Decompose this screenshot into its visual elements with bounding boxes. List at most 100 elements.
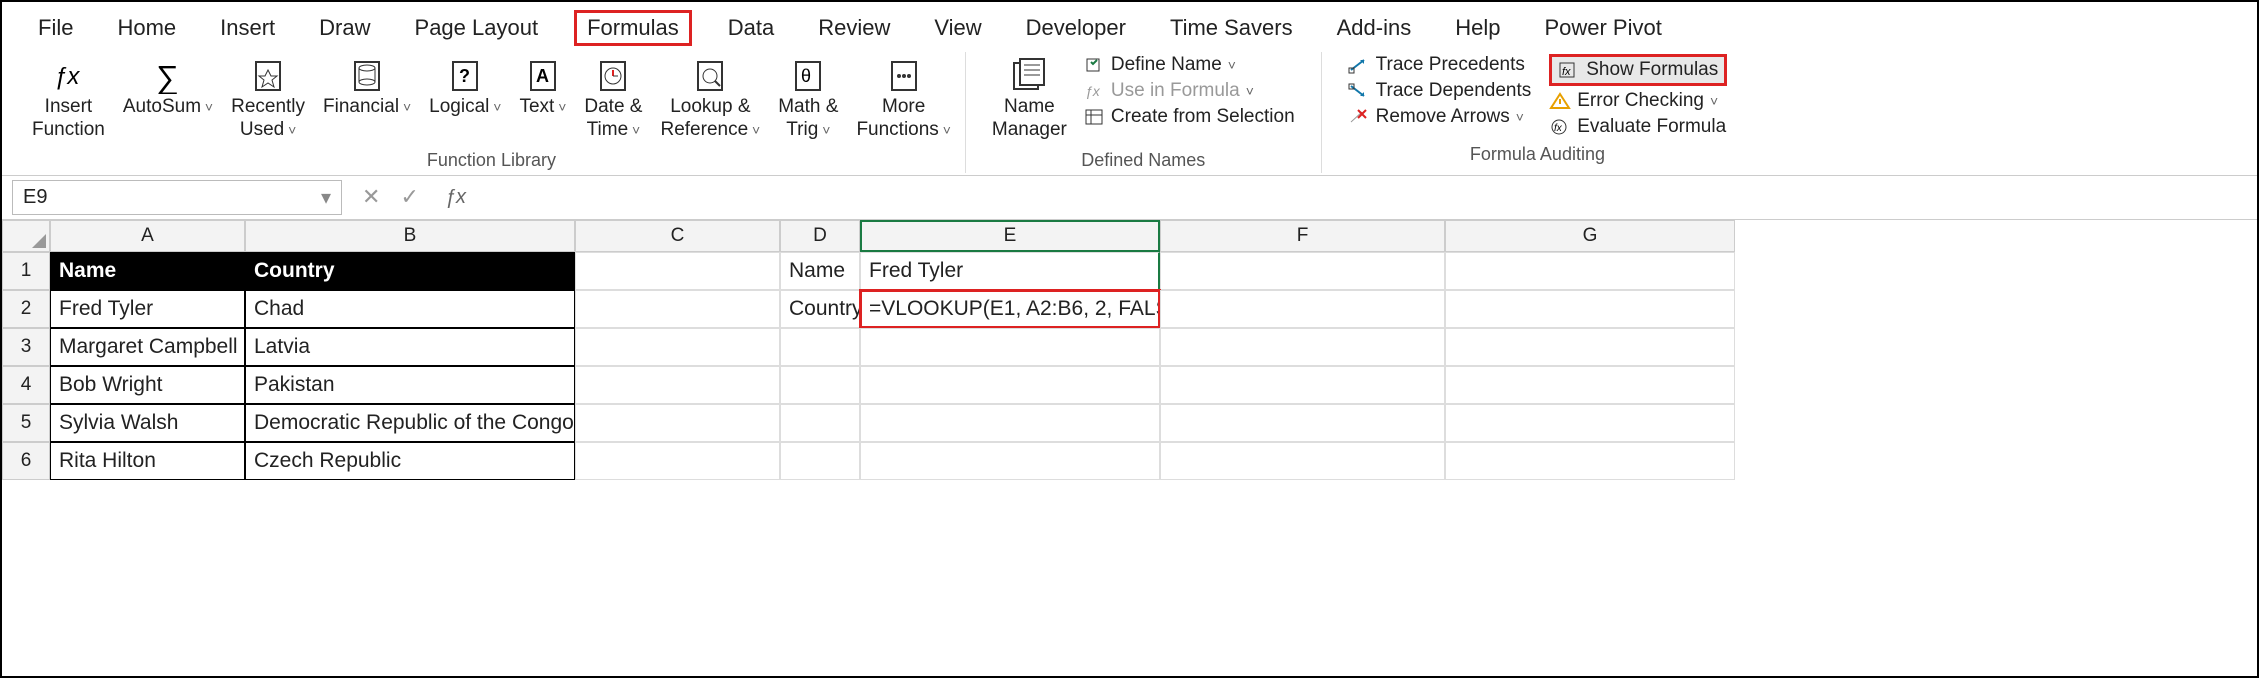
column-header-G[interactable]: G xyxy=(1445,220,1735,252)
cell-B4[interactable]: Pakistan xyxy=(245,366,575,404)
trace-precedents-button[interactable]: Trace Precedents xyxy=(1348,54,1532,76)
cell-A6[interactable]: Rita Hilton xyxy=(50,442,245,480)
error-checking-button[interactable]: Error Checking xyxy=(1549,90,1727,112)
cell-C3[interactable] xyxy=(575,328,780,366)
column-header-D[interactable]: D xyxy=(780,220,860,252)
create-from-selection-button[interactable]: Create from Selection xyxy=(1085,106,1295,128)
tab-power-pivot[interactable]: Power Pivot xyxy=(1536,11,1669,45)
name-manager-button[interactable]: Name Manager xyxy=(986,52,1073,146)
fx-icon[interactable]: ƒx xyxy=(439,186,472,209)
cell-D4[interactable] xyxy=(780,366,860,404)
formula-input[interactable] xyxy=(472,182,2247,213)
financial-button[interactable]: Financial xyxy=(317,52,417,123)
cell-E5[interactable] xyxy=(860,404,1160,442)
insert-function-button[interactable]: ƒxInsert Function xyxy=(26,52,111,146)
show-formulas-button[interactable]: fxShow Formulas xyxy=(1549,54,1727,86)
row-header-6[interactable]: 6 xyxy=(2,442,50,480)
more-functions-button[interactable]: More Functions xyxy=(850,52,956,146)
date-time-button[interactable]: Date & Time xyxy=(578,52,648,146)
evaluate-formula-button[interactable]: fxEvaluate Formula xyxy=(1549,116,1727,138)
cell-A1[interactable]: Name xyxy=(50,252,245,290)
cell-B5[interactable]: Democratic Republic of the Congo xyxy=(245,404,575,442)
cell-B3[interactable]: Latvia xyxy=(245,328,575,366)
cell-C1[interactable] xyxy=(575,252,780,290)
tab-home[interactable]: Home xyxy=(109,11,184,45)
cell-D3[interactable] xyxy=(780,328,860,366)
ribbon-tabs: File Home Insert Draw Page Layout Formulas Dat… xyxy=(2,2,2257,52)
cell-E4[interactable] xyxy=(860,366,1160,404)
star-book-icon xyxy=(250,56,286,96)
cell-A4[interactable]: Bob Wright xyxy=(50,366,245,404)
cell-A5[interactable]: Sylvia Walsh xyxy=(50,404,245,442)
row-header-1[interactable]: 1 xyxy=(2,252,50,290)
svg-text:ƒx: ƒx xyxy=(1085,83,1101,99)
cell-F4[interactable] xyxy=(1160,366,1445,404)
column-header-C[interactable]: C xyxy=(575,220,780,252)
cell-D5[interactable] xyxy=(780,404,860,442)
tab-draw[interactable]: Draw xyxy=(311,11,378,45)
cell-A2[interactable]: Fred Tyler xyxy=(50,290,245,328)
cell-F2[interactable] xyxy=(1160,290,1445,328)
cell-C2[interactable] xyxy=(575,290,780,328)
cell-B2[interactable]: Chad xyxy=(245,290,575,328)
cell-B1[interactable]: Country xyxy=(245,252,575,290)
cell-F3[interactable] xyxy=(1160,328,1445,366)
autosum-button[interactable]: ∑AutoSum xyxy=(117,52,219,123)
cell-G5[interactable] xyxy=(1445,404,1735,442)
remove-arrows-button[interactable]: Remove Arrows xyxy=(1348,106,1532,128)
cell-G2[interactable] xyxy=(1445,290,1735,328)
cell-G3[interactable] xyxy=(1445,328,1735,366)
name-box-dropdown-icon[interactable]: ▾ xyxy=(321,185,331,210)
cell-D6[interactable] xyxy=(780,442,860,480)
cell-D2[interactable]: Country xyxy=(780,290,860,328)
row-header-4[interactable]: 4 xyxy=(2,366,50,404)
cell-A3[interactable]: Margaret Campbell xyxy=(50,328,245,366)
cell-D1[interactable]: Name xyxy=(780,252,860,290)
logical-button[interactable]: ?Logical xyxy=(423,52,507,123)
cell-E1[interactable]: Fred Tyler xyxy=(860,252,1160,290)
cell-F1[interactable] xyxy=(1160,252,1445,290)
tab-help[interactable]: Help xyxy=(1447,11,1508,45)
tab-insert[interactable]: Insert xyxy=(212,11,283,45)
cell-C6[interactable] xyxy=(575,442,780,480)
name-box[interactable]: E9 ▾ xyxy=(12,180,342,215)
row-header-2[interactable]: 2 xyxy=(2,290,50,328)
tab-file[interactable]: File xyxy=(30,11,81,45)
tab-time-savers[interactable]: Time Savers xyxy=(1162,11,1301,45)
cell-C4[interactable] xyxy=(575,366,780,404)
cell-G6[interactable] xyxy=(1445,442,1735,480)
sigma-icon: ∑ xyxy=(150,56,186,96)
trace-dependents-button[interactable]: Trace Dependents xyxy=(1348,80,1532,102)
row-header-5[interactable]: 5 xyxy=(2,404,50,442)
column-header-B[interactable]: B xyxy=(245,220,575,252)
cell-E6[interactable] xyxy=(860,442,1160,480)
cell-G1[interactable] xyxy=(1445,252,1735,290)
tab-page-layout[interactable]: Page Layout xyxy=(407,11,547,45)
cell-E2[interactable]: =VLOOKUP(E1, A2:B6, 2, FALSE) xyxy=(860,290,1160,328)
column-header-A[interactable]: A xyxy=(50,220,245,252)
tab-review[interactable]: Review xyxy=(810,11,898,45)
cell-C5[interactable] xyxy=(575,404,780,442)
select-all-corner[interactable] xyxy=(2,220,50,252)
lookup-reference-button[interactable]: Lookup & Reference xyxy=(654,52,766,146)
tab-add-ins[interactable]: Add-ins xyxy=(1329,11,1420,45)
svg-text:∑: ∑ xyxy=(156,59,179,94)
math-trig-button[interactable]: θMath & Trig xyxy=(772,52,844,146)
text-button[interactable]: AText xyxy=(513,52,572,123)
define-name-button[interactable]: Define Name xyxy=(1085,54,1295,76)
tab-view[interactable]: View xyxy=(926,11,989,45)
cell-G4[interactable] xyxy=(1445,366,1735,404)
column-header-F[interactable]: F xyxy=(1160,220,1445,252)
row-header-3[interactable]: 3 xyxy=(2,328,50,366)
column-header-E[interactable]: E xyxy=(860,220,1160,252)
tab-developer[interactable]: Developer xyxy=(1018,11,1134,45)
cell-F6[interactable] xyxy=(1160,442,1445,480)
recently-used-button[interactable]: Recently Used xyxy=(225,52,311,146)
cell-E3[interactable] xyxy=(860,328,1160,366)
cell-F5[interactable] xyxy=(1160,404,1445,442)
tab-formulas[interactable]: Formulas xyxy=(574,10,692,46)
show-formulas-icon: fx xyxy=(1558,61,1580,79)
cell-B6[interactable]: Czech Republic xyxy=(245,442,575,480)
tab-data[interactable]: Data xyxy=(720,11,782,45)
spreadsheet-grid[interactable]: ABCDEFG 1NameCountryNameFred Tyler2Fred … xyxy=(2,220,2257,480)
